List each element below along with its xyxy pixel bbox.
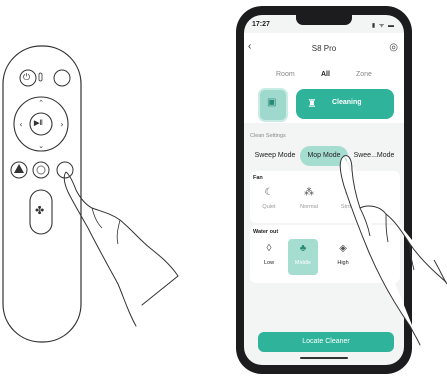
hand-on-phone [339, 155, 447, 346]
hand-outline [339, 155, 447, 346]
